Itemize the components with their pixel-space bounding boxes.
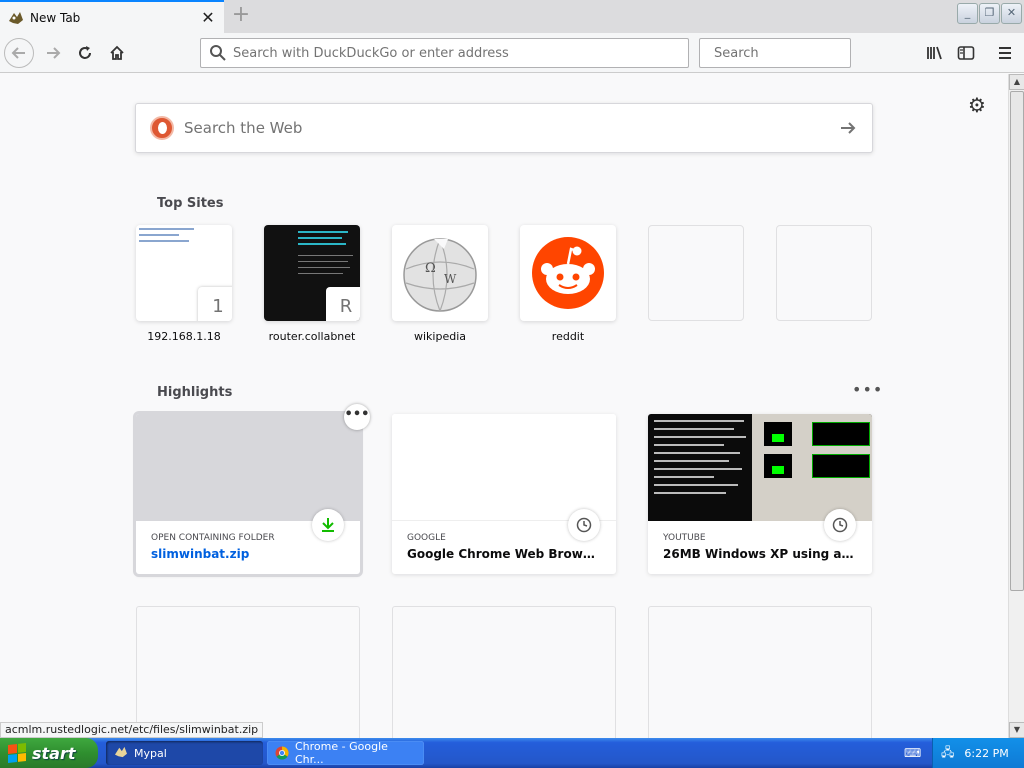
tile-letter: R [326, 287, 360, 321]
tile-letter: 1 [198, 287, 232, 321]
nav-bar [0, 33, 1024, 73]
clock-icon [832, 517, 848, 533]
top-site-tile[interactable]: reddit [520, 225, 616, 343]
keyboard-icon[interactable]: ⌨ [904, 746, 921, 760]
address-bar[interactable] [200, 38, 689, 68]
minimize-button[interactable]: _ [957, 3, 978, 24]
highlight-thumbnail [136, 414, 360, 521]
top-site-tile[interactable]: Ω W wikipedia [392, 225, 488, 343]
web-search-input[interactable] [184, 119, 838, 137]
top-site-thumbnail: 1 [136, 225, 232, 321]
download-icon [322, 518, 334, 532]
taskbar-item-label: Mypal [134, 746, 167, 760]
download-badge [312, 509, 344, 541]
network-icon[interactable]: 🖧 [941, 743, 954, 764]
reload-button[interactable] [70, 38, 100, 68]
svg-text:Ω: Ω [425, 261, 436, 276]
back-arrow-icon [11, 47, 25, 59]
top-site-thumbnail [520, 225, 616, 321]
vertical-scrollbar[interactable]: ▲ ▼ [1008, 74, 1024, 738]
taskbar: start Mypal Chrome - Google Chr... ⌨ 🖧 6… [0, 738, 1024, 768]
highlights-heading: Highlights [157, 385, 233, 400]
mypal-icon [8, 11, 24, 25]
empty-tile [648, 225, 744, 321]
tab-title: New Tab [30, 10, 81, 25]
taskbar-item-mypal[interactable]: Mypal [106, 741, 263, 765]
home-icon [110, 45, 124, 60]
back-button[interactable] [4, 38, 34, 68]
highlight-card[interactable]: GOOGLE Google Chrome Web Browser [392, 414, 616, 574]
web-search-box[interactable] [135, 103, 873, 153]
highlights-more-menu[interactable]: ••• [852, 380, 883, 399]
scroll-thumb[interactable] [1010, 91, 1024, 591]
taskbar-item-label: Chrome - Google Chr... [295, 740, 388, 766]
library-button[interactable] [920, 38, 950, 68]
sidebar-icon [957, 46, 975, 60]
top-site-tile[interactable]: 1 192.168.1.18 [136, 225, 232, 343]
forward-arrow-icon [47, 47, 61, 59]
wikipedia-globe-icon: Ω W [403, 238, 477, 312]
library-icon [927, 46, 942, 60]
empty-highlight-slot [648, 606, 872, 738]
hamburger-menu-icon [999, 47, 1011, 59]
reload-icon [79, 46, 91, 59]
windows-logo-icon [8, 743, 26, 763]
system-tray: 🖧 6:22 PM [932, 738, 1024, 768]
window-controls: _ ❐ ✕ [957, 3, 1022, 24]
top-site-thumbnail: Ω W [392, 225, 488, 321]
address-input[interactable] [233, 45, 688, 61]
tab-new-tab[interactable]: New Tab ✕ [0, 0, 224, 33]
scroll-up-button[interactable]: ▲ [1009, 74, 1024, 90]
history-badge [568, 509, 600, 541]
search-input[interactable] [714, 45, 884, 61]
close-tab-icon[interactable]: ✕ [200, 9, 216, 26]
highlight-thumbnail [392, 414, 616, 521]
status-url: acmlm.rustedlogic.net/etc/files/slimwinb… [0, 722, 264, 738]
top-site-thumbnail: R [264, 225, 360, 321]
context-menu-button[interactable]: ••• [344, 404, 370, 430]
mypal-icon [114, 746, 128, 760]
tile-label: router.collabnet [268, 330, 356, 343]
clock-icon [576, 517, 592, 533]
scroll-down-button[interactable]: ▼ [1009, 722, 1024, 738]
new-tab-page: ⚙ Top Sites 1 192.168.1.18 R router.coll… [0, 74, 1008, 738]
start-button[interactable]: start [0, 738, 98, 768]
gear-icon[interactable]: ⚙ [966, 94, 988, 116]
highlight-card[interactable]: YOUTUBE 26MB Windows XP using a batch... [648, 414, 872, 574]
highlight-title[interactable]: 26MB Windows XP using a batch... [663, 547, 857, 561]
highlight-thumbnail [648, 414, 872, 521]
menu-button[interactable] [990, 38, 1020, 68]
reddit-icon [532, 237, 604, 309]
empty-top-site-slot [648, 225, 744, 321]
top-site-tile[interactable]: R router.collabnet [264, 225, 360, 343]
home-button[interactable] [102, 38, 132, 68]
restore-button[interactable]: ❐ [979, 3, 1000, 24]
taskbar-item-chrome[interactable]: Chrome - Google Chr... [267, 740, 424, 766]
start-label: start [32, 743, 76, 763]
new-tab-button[interactable]: + [228, 4, 254, 28]
chrome-icon [275, 746, 289, 760]
sidebar-button[interactable] [951, 38, 981, 68]
svg-text:W: W [444, 272, 457, 286]
forward-button[interactable] [38, 38, 68, 68]
arrow-right-icon[interactable] [838, 118, 858, 138]
empty-top-site-slot [776, 225, 872, 321]
duckduckgo-icon [150, 116, 174, 140]
search-icon [210, 45, 226, 61]
tab-strip: New Tab ✕ + _ ❐ ✕ [0, 0, 1024, 33]
highlight-title[interactable]: slimwinbat.zip [151, 547, 345, 561]
highlight-title[interactable]: Google Chrome Web Browser [407, 547, 601, 561]
tile-label: 192.168.1.18 [147, 330, 221, 343]
close-window-button[interactable]: ✕ [1001, 3, 1022, 24]
highlight-card[interactable]: OPEN CONTAINING FOLDER slimwinbat.zip ••… [136, 404, 370, 574]
empty-highlight-slot [136, 606, 360, 738]
tile-label: wikipedia [413, 330, 466, 343]
clock[interactable]: 6:22 PM [964, 747, 1008, 760]
empty-tile [776, 225, 872, 321]
history-badge [824, 509, 856, 541]
top-sites-heading: Top Sites [157, 196, 224, 211]
empty-highlight-slot [392, 606, 616, 738]
search-bar[interactable] [699, 38, 884, 68]
tile-label: reddit [551, 330, 585, 343]
